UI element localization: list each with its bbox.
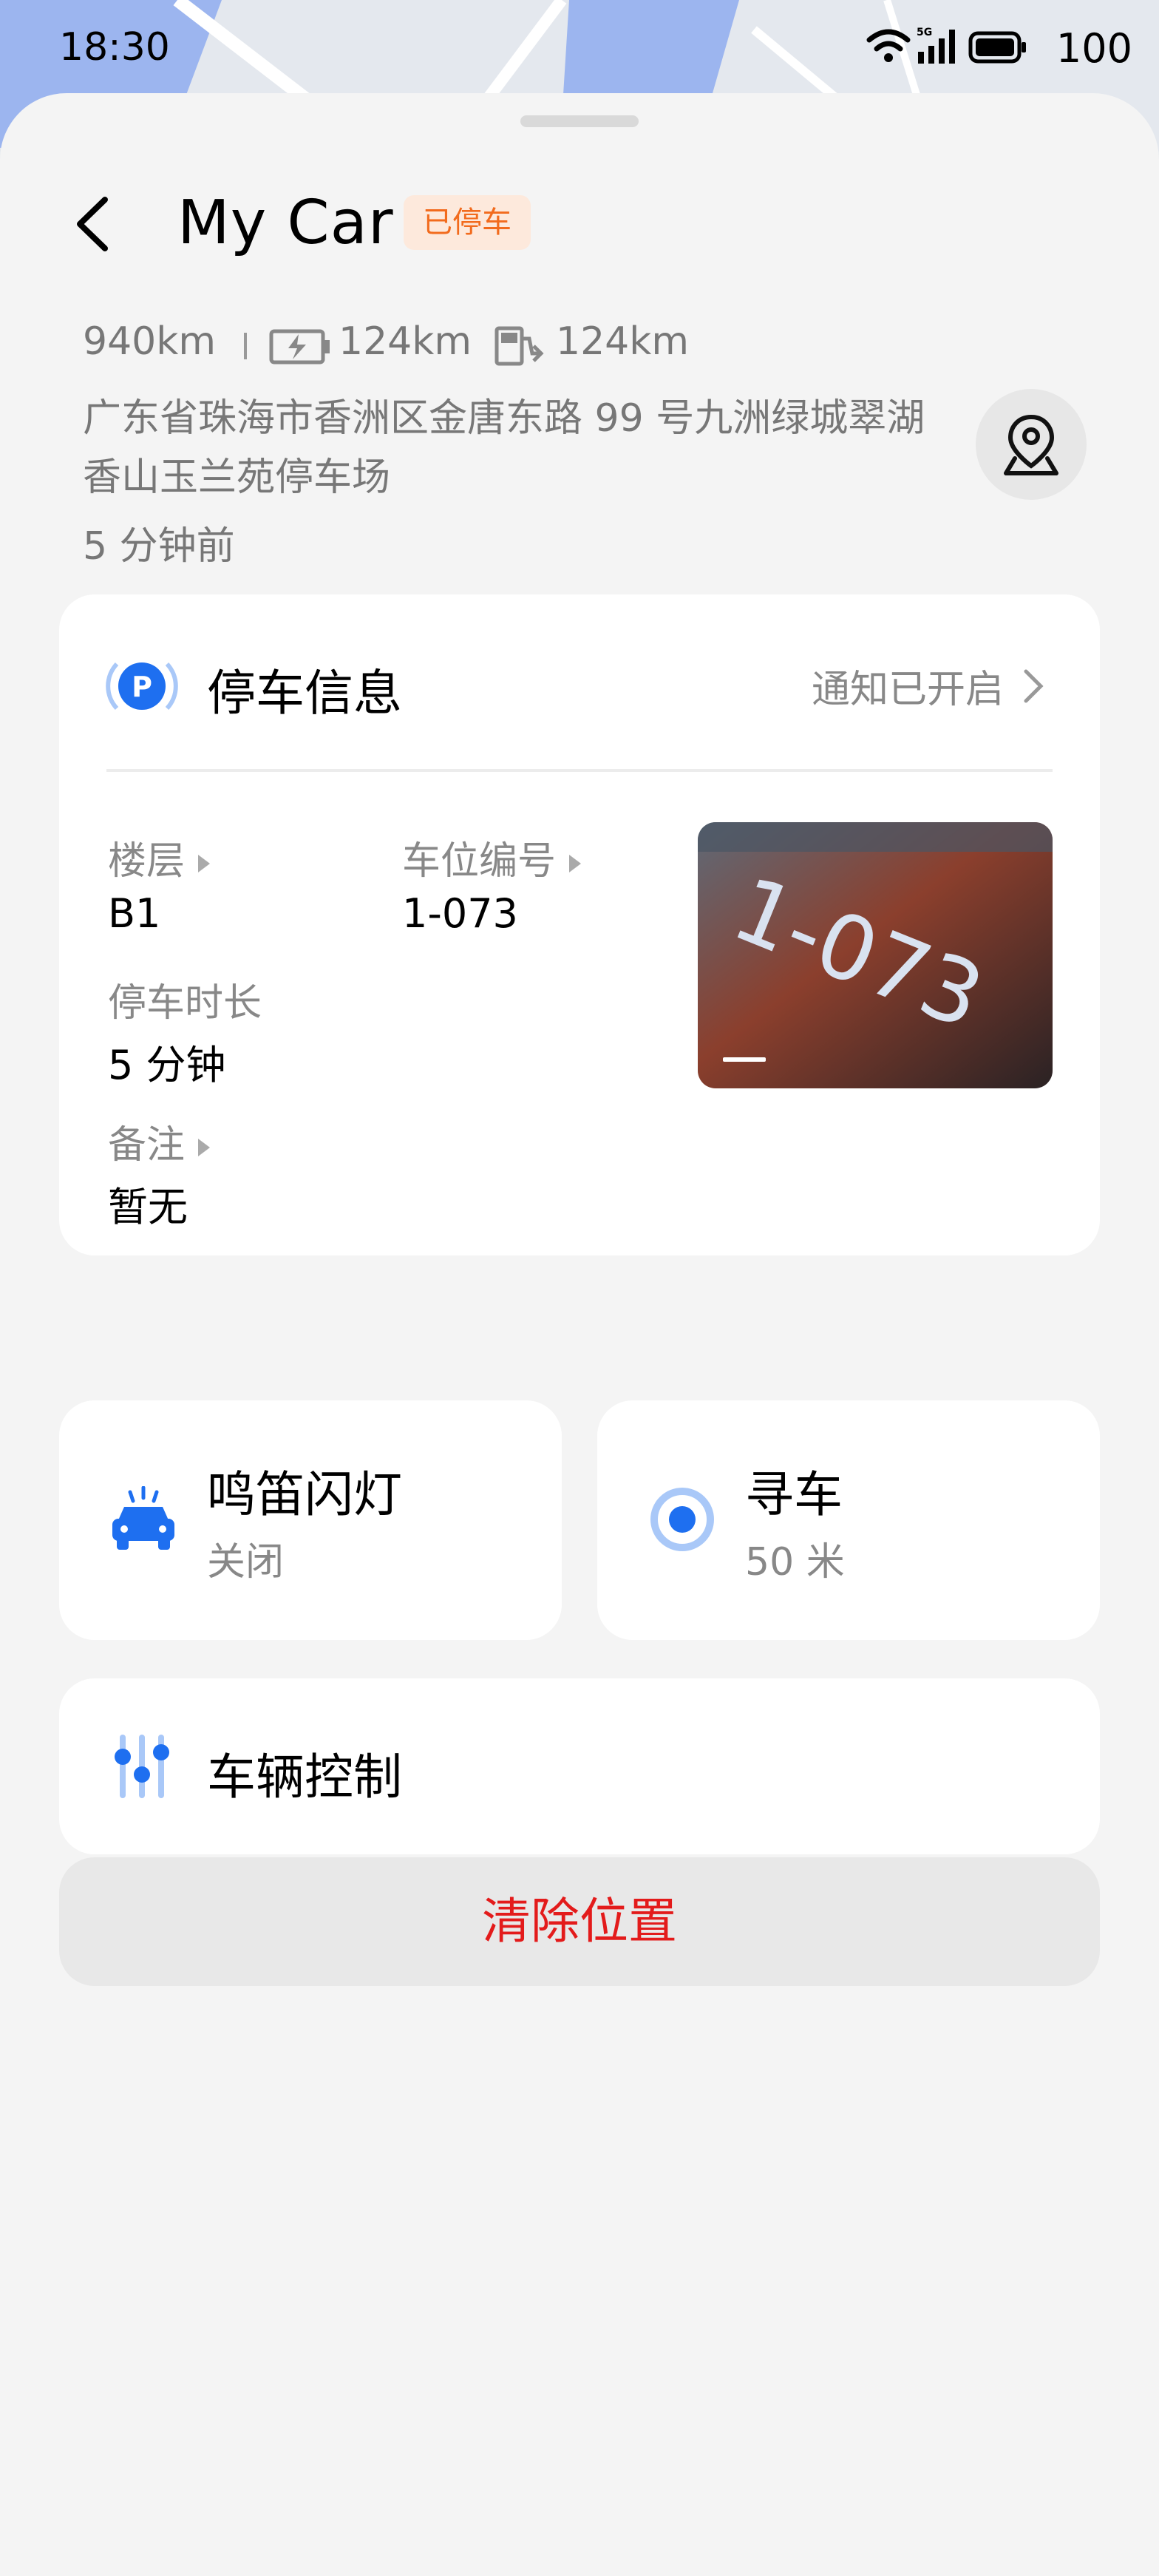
status-icons: 5G 100	[866, 22, 1132, 74]
battery-charge-icon	[269, 329, 330, 365]
horn-flash-status: 关闭	[207, 1540, 285, 1584]
spot-value: 1-073	[402, 890, 518, 937]
back-button[interactable]	[67, 183, 118, 265]
page-title: My Car	[177, 188, 394, 258]
vehicle-control-title: 车辆控制	[207, 1749, 402, 1806]
battery-level: 100	[1056, 25, 1132, 72]
floor-label: 楼层	[108, 839, 186, 884]
electric-range: 124km	[339, 319, 472, 364]
battery-icon	[968, 31, 1026, 64]
parking-spot-photo[interactable]: 1-073	[698, 822, 1053, 1088]
bottom-sheet: My Car 已停车 940km 124km 124km 广东省珠海市香洲区金唐…	[0, 93, 1159, 2576]
parked-time-ago: 5 分钟前	[83, 524, 235, 569]
sliders-icon	[115, 1735, 169, 1798]
total-range: 940km	[83, 319, 217, 364]
clear-location-button[interactable]: 清除位置	[59, 1857, 1100, 1986]
notification-status[interactable]: 通知已开启	[812, 658, 1004, 714]
duration-value: 5 分钟	[108, 1042, 226, 1088]
map-location-button[interactable]	[976, 389, 1087, 500]
car-horn-icon	[112, 1486, 174, 1550]
expand-arrow-icon	[198, 855, 211, 872]
floor-label-row[interactable]: 楼层	[108, 830, 211, 885]
find-car-card[interactable]: 寻车 50 米	[597, 1400, 1100, 1640]
chevron-right-icon	[1024, 669, 1044, 703]
map-pin-icon	[1004, 414, 1058, 475]
find-car-distance: 50 米	[745, 1540, 845, 1584]
cellular-signal-icon: 5G	[917, 27, 955, 64]
svg-text:P: P	[132, 671, 152, 703]
divider	[106, 769, 1053, 772]
parking-icon: P	[106, 662, 178, 711]
floor-value: B1	[108, 890, 161, 937]
horn-flash-title: 鸣笛闪灯	[207, 1466, 402, 1523]
status-badge: 已停车	[404, 195, 531, 250]
drag-handle[interactable]	[520, 115, 639, 127]
note-label-row[interactable]: 备注	[108, 1114, 211, 1169]
note-value: 暂无	[108, 1184, 188, 1230]
note-label: 备注	[108, 1123, 186, 1167]
expand-arrow-icon	[569, 855, 582, 872]
parking-info-card[interactable]: P 停车信息 通知已开启 楼层 B1 车位编号 1-073 停车时长 5 分钟 …	[59, 594, 1100, 1255]
status-time: 18:30	[59, 25, 170, 70]
duration-label: 停车时长	[108, 981, 262, 1026]
horn-flash-card[interactable]: 鸣笛闪灯 关闭	[59, 1400, 562, 1640]
locate-icon	[650, 1488, 714, 1551]
back-arrow-icon	[77, 197, 108, 251]
parking-info-title: 停车信息	[207, 665, 402, 722]
fuel-pump-icon	[494, 326, 544, 366]
expand-arrow-icon	[198, 1139, 211, 1156]
fuel-range: 124km	[556, 319, 690, 364]
find-car-title: 寻车	[745, 1466, 843, 1523]
network-type: 5G	[917, 27, 932, 38]
spot-label-row[interactable]: 车位编号	[402, 830, 582, 885]
wifi-icon	[866, 29, 911, 62]
separator	[244, 333, 247, 359]
parking-address: 广东省珠海市香洲区金唐东路 99 号九洲绿城翠湖香山玉兰苑停车场	[83, 396, 925, 500]
vehicle-control-card[interactable]: 车辆控制	[59, 1678, 1100, 1854]
spot-label: 车位编号	[402, 839, 557, 884]
status-bar: 18:30 5G 100	[0, 0, 1159, 96]
